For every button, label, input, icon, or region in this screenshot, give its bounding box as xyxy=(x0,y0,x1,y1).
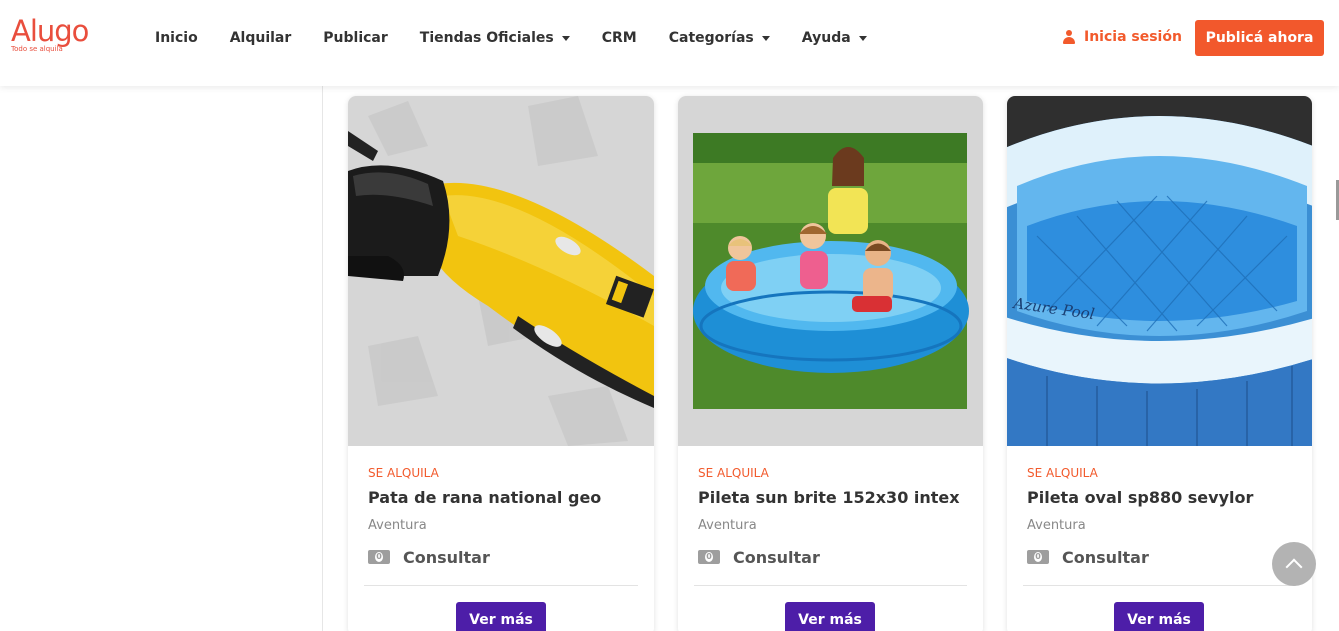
nav-label: Ayuda xyxy=(801,30,851,46)
listing-category: Aventura xyxy=(698,518,757,533)
nav-alquilar[interactable]: Alquilar xyxy=(230,28,292,48)
ver-mas-button[interactable]: Ver más xyxy=(1114,602,1204,631)
listing-card[interactable]: Azure Pool SE ALQUILA Pileta oval sp880 … xyxy=(1007,96,1312,631)
login-label: Inicia sesión xyxy=(1084,29,1182,45)
nav-label: Alquilar xyxy=(229,30,292,46)
listing-title[interactable]: Pileta sun brite 152x30 intex xyxy=(698,488,967,510)
listing-badge: SE ALQUILA xyxy=(698,466,769,480)
money-icon: 0 xyxy=(698,550,720,564)
listing-image-oval-pool[interactable]: Azure Pool xyxy=(1007,96,1312,446)
nav-tiendas-oficiales[interactable]: Tiendas Oficiales xyxy=(420,28,570,48)
listing-image-snorkel-fin[interactable] xyxy=(348,96,654,446)
snorkel-fin-image xyxy=(348,96,654,446)
ver-mas-button[interactable]: Ver más xyxy=(456,602,546,631)
listing-category: Aventura xyxy=(1027,518,1086,533)
listing-card[interactable]: SE ALQUILA Pileta sun brite 152x30 intex… xyxy=(678,96,983,631)
card-divider xyxy=(1023,585,1296,586)
kids-pool-image xyxy=(678,96,983,446)
nav-label: Publicar xyxy=(323,30,388,46)
login-link[interactable]: Inicia sesión xyxy=(1063,29,1182,45)
site-header: Alugo Todo se alquila Inicio Alquilar Pu… xyxy=(0,0,1339,86)
listing-price: 0 Consultar xyxy=(1027,547,1296,567)
price-label: Consultar xyxy=(1062,547,1149,567)
nav-label: CRM xyxy=(601,30,637,46)
main-nav: Inicio Alquilar Publicar Tiendas Oficial… xyxy=(155,28,899,48)
listing-title[interactable]: Pileta oval sp880 sevylor xyxy=(1027,488,1296,510)
scroll-to-top-button[interactable] xyxy=(1272,542,1316,586)
nav-crm[interactable]: CRM xyxy=(602,28,637,48)
nav-inicio[interactable]: Inicio xyxy=(155,28,198,48)
listing-image-kids-pool[interactable] xyxy=(678,96,983,446)
listing-category: Aventura xyxy=(368,518,427,533)
caret-down-icon xyxy=(561,35,570,41)
caret-down-icon xyxy=(858,35,867,41)
money-icon: 0 xyxy=(368,550,390,564)
price-label: Consultar xyxy=(403,547,490,567)
brand-logo[interactable]: Alugo Todo se alquila xyxy=(11,16,107,58)
chevron-up-icon xyxy=(1285,558,1303,576)
caret-down-icon xyxy=(761,35,770,41)
user-icon xyxy=(1063,30,1075,44)
listing-badge: SE ALQUILA xyxy=(1027,466,1098,480)
listing-title[interactable]: Pata de rana national geo xyxy=(368,488,638,510)
listing-badge: SE ALQUILA xyxy=(368,466,439,480)
brand-name: Alugo xyxy=(11,14,89,48)
money-icon: 0 xyxy=(1027,550,1049,564)
nav-categorias[interactable]: Categorías xyxy=(669,28,770,48)
nav-label: Categorías xyxy=(668,30,754,46)
nav-label: Inicio xyxy=(155,30,198,46)
listing-price: 0 Consultar xyxy=(698,547,967,567)
brand-tagline: Todo se alquila xyxy=(11,45,63,53)
card-divider xyxy=(364,585,638,586)
publish-button[interactable]: Publicá ahora xyxy=(1195,20,1324,56)
nav-ayuda[interactable]: Ayuda xyxy=(802,28,867,48)
nav-label: Tiendas Oficiales xyxy=(419,30,554,46)
listing-price: 0 Consultar xyxy=(368,547,638,567)
ver-mas-button[interactable]: Ver más xyxy=(785,602,875,631)
filter-sidebar xyxy=(0,86,323,631)
nav-publicar[interactable]: Publicar xyxy=(323,28,388,48)
listing-card[interactable]: SE ALQUILA Pata de rana national geo Ave… xyxy=(348,96,654,631)
card-divider xyxy=(694,585,967,586)
price-label: Consultar xyxy=(733,547,820,567)
oval-pool-image: Azure Pool xyxy=(1007,96,1312,446)
